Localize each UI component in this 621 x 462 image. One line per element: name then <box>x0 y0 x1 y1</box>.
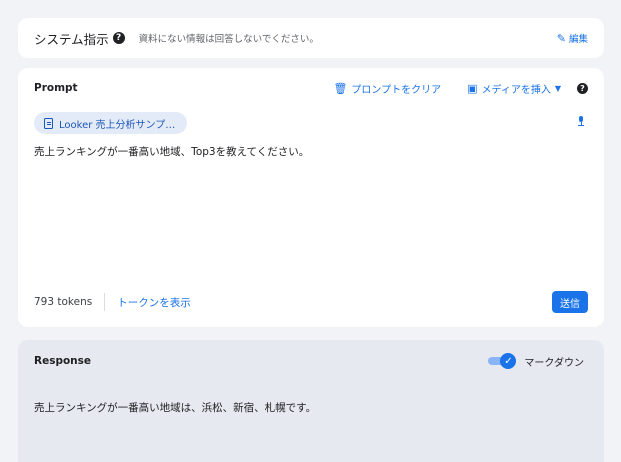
response-text: 売上ランキングが一番高い地域は、浜松、新宿、札幌です。 <box>34 402 317 414</box>
pencil-icon: ✎ <box>556 31 566 45</box>
prompt-input[interactable]: 売上ランキングが一番高い地域、Top3を教えてください。 <box>34 144 309 159</box>
microphone-icon[interactable] <box>578 116 584 126</box>
edit-label: 編集 <box>568 34 588 45</box>
prompt-panel: Prompt 🗑 プロンプトをクリア ▣ メディアを挿入 ▼ ? Looker … <box>18 68 604 327</box>
clear-prompt-label: プロンプトをクリア <box>351 84 442 96</box>
response-panel: Response ✓ マークダウン 売上ランキングが一番高い地域は、浜松、新宿、… <box>18 340 604 462</box>
response-label: Response <box>34 355 92 367</box>
document-icon <box>44 117 53 129</box>
check-icon: ✓ <box>500 353 517 369</box>
system-instruction-title: システム指示 <box>34 31 109 47</box>
help-icon[interactable]: ? <box>112 32 125 44</box>
attachment-chip[interactable]: Looker 売上分析サンプ… <box>34 112 188 134</box>
send-button[interactable]: 送信 <box>552 291 588 313</box>
prompt-header: Prompt 🗑 プロンプトをクリア ▣ メディアを挿入 ▼ ? <box>34 80 588 96</box>
insert-media-button[interactable]: ▣ メディアを挿入 ▼ <box>467 81 561 96</box>
prompt-label: Prompt <box>34 82 78 94</box>
attachment-chip-label: Looker 売上分析サンプ… <box>59 119 176 131</box>
insert-media-label: メディアを挿入 <box>481 84 551 96</box>
markdown-toggle[interactable]: ✓ <box>488 353 517 369</box>
system-instruction-bar: システム指示 ? 資料にない情報は回答しないでください。 ✎ 編集 <box>18 18 604 58</box>
image-add-icon: ▣ <box>467 81 478 95</box>
divider <box>104 293 106 311</box>
prompt-footer: 793 tokens トークンを表示 送信 <box>34 291 588 313</box>
response-header: Response ✓ マークダウン <box>34 353 584 369</box>
edit-button[interactable]: ✎ 編集 <box>556 31 588 46</box>
help-icon[interactable]: ? <box>577 82 588 94</box>
token-count: 793 tokens <box>34 296 93 308</box>
show-tokens-link[interactable]: トークンを表示 <box>117 295 552 310</box>
trash-icon: 🗑 <box>333 81 348 95</box>
clear-prompt-button[interactable]: 🗑 プロンプトをクリア <box>333 81 441 96</box>
markdown-label: マークダウン <box>524 357 584 369</box>
system-instruction-field[interactable]: 資料にない情報は回答しないでください。 <box>139 31 557 45</box>
chevron-down-icon: ▼ <box>554 83 561 93</box>
